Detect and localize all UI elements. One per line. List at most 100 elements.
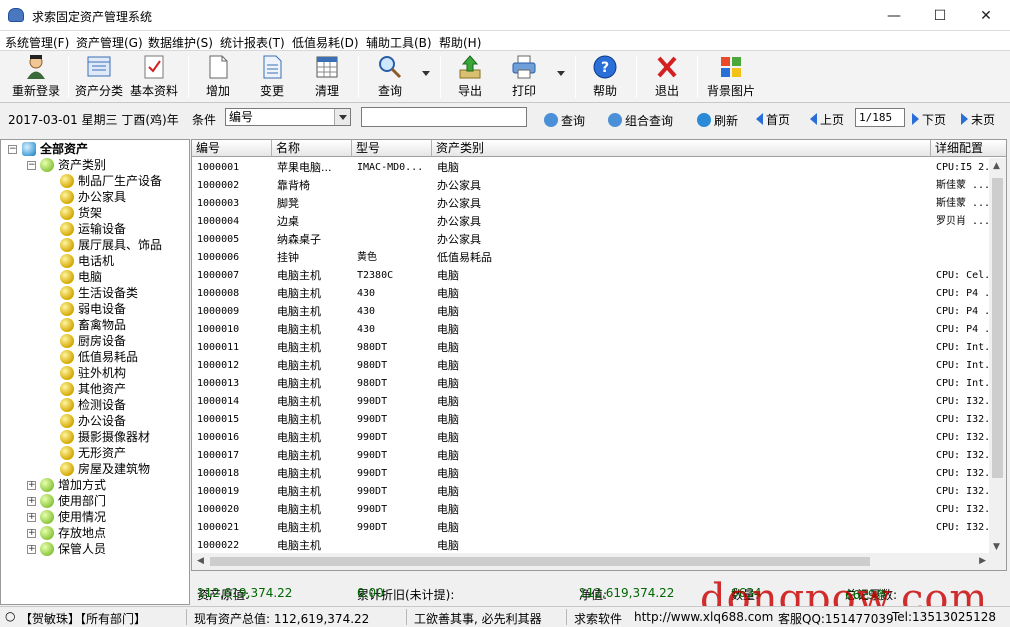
print-button[interactable]: 打印 xyxy=(502,53,546,101)
next-page-link[interactable]: 下页 xyxy=(912,111,946,128)
tree-category-item[interactable]: 检测设备 xyxy=(60,397,126,413)
table-row[interactable]: 1000003 脚凳 办公家具 斯佳蒙 ... xyxy=(192,195,992,213)
tree-category-item[interactable]: 其他资产 xyxy=(60,381,126,397)
query-link[interactable]: 查询 xyxy=(544,112,585,129)
table-row[interactable]: 1000007 电脑主机 T2380C 电脑 CPU: Cel... xyxy=(192,267,992,285)
col-header-config[interactable]: 详细配置 xyxy=(931,140,1006,157)
horizontal-scrollbar[interactable]: ◀ ▶ xyxy=(192,553,1006,570)
refresh-link[interactable]: 刷新 xyxy=(697,112,738,129)
change-button[interactable]: 变更 xyxy=(250,53,294,101)
table-row[interactable]: 1000009 电脑主机 430 电脑 CPU: P4 ... xyxy=(192,303,992,321)
tree-root[interactable]: 全部资产 xyxy=(22,141,88,157)
tree-group-item[interactable]: 使用部门 xyxy=(40,493,106,509)
first-page-link[interactable]: 首页 xyxy=(756,111,790,128)
expand-icon[interactable]: + xyxy=(27,513,36,522)
table-row[interactable]: 1000017 电脑主机 990DT 电脑 CPU: I32... xyxy=(192,447,992,465)
col-header-id[interactable]: 编号 xyxy=(192,140,272,157)
menu-system[interactable]: 系统管理(F) xyxy=(5,34,69,51)
asset-class-button[interactable]: 资产分类 xyxy=(72,53,126,101)
table-row[interactable]: 1000013 电脑主机 980DT 电脑 CPU: Int... xyxy=(192,375,992,393)
maximize-button[interactable]: ☐ xyxy=(917,0,963,31)
table-row[interactable]: 1000014 电脑主机 990DT 电脑 CPU: I32... xyxy=(192,393,992,411)
col-header-category[interactable]: 资产类别 xyxy=(432,140,931,157)
vertical-scrollbar[interactable]: ▲ ▼ xyxy=(989,158,1006,555)
scroll-thumb[interactable] xyxy=(992,178,1003,478)
tree-category-item[interactable]: 电脑 xyxy=(60,269,102,285)
add-button[interactable]: 增加 xyxy=(196,53,240,101)
tree-category-item[interactable]: 房屋及建筑物 xyxy=(60,461,150,477)
chevron-down-icon[interactable] xyxy=(334,109,350,125)
export-button[interactable]: 导出 xyxy=(448,53,492,101)
status-url[interactable]: http://www.xlq688.com xyxy=(634,610,773,624)
tree-category-item[interactable]: 货架 xyxy=(60,205,102,221)
minimize-button[interactable]: — xyxy=(871,0,917,31)
table-row[interactable]: 1000006 挂钟 黄色 低值易耗品 xyxy=(192,249,992,267)
exit-button[interactable]: 退出 xyxy=(645,53,689,101)
col-header-model[interactable]: 型号 xyxy=(352,140,432,157)
combined-query-link[interactable]: 组合查询 xyxy=(608,112,673,129)
table-row[interactable]: 1000005 纳森桌子 办公家具 xyxy=(192,231,992,249)
table-row[interactable]: 1000018 电脑主机 990DT 电脑 CPU: I32... xyxy=(192,465,992,483)
tree-category-item[interactable]: 无形资产 xyxy=(60,445,126,461)
tree-category-item[interactable]: 摄影摄像器材 xyxy=(60,429,150,445)
expand-icon[interactable]: + xyxy=(27,497,36,506)
expand-icon[interactable]: + xyxy=(27,529,36,538)
tree-group-item[interactable]: 保管人员 xyxy=(40,541,106,557)
tree-group-item[interactable]: 存放地点 xyxy=(40,525,106,541)
print-dropdown-arrow[interactable] xyxy=(557,71,565,76)
prev-page-link[interactable]: 上页 xyxy=(810,111,844,128)
table-row[interactable]: 1000008 电脑主机 430 电脑 CPU: P4 ... xyxy=(192,285,992,303)
col-header-name[interactable]: 名称 xyxy=(272,140,352,157)
query-button[interactable]: 查询 xyxy=(368,53,412,101)
table-row[interactable]: 1000002 靠背椅 办公家具 斯佳蒙 ... xyxy=(192,177,992,195)
help-button[interactable]: ? 帮助 xyxy=(583,53,627,101)
tree-category-item[interactable]: 弱电设备 xyxy=(60,301,126,317)
background-image-button[interactable]: 背景图片 xyxy=(703,53,759,101)
tree-category-item[interactable]: 畜禽物品 xyxy=(60,317,126,333)
menu-data[interactable]: 数据维护(S) xyxy=(148,34,213,51)
menu-asset[interactable]: 资产管理(G) xyxy=(76,34,143,51)
clear-button[interactable]: 清理 xyxy=(305,53,349,101)
tree-group-item[interactable]: 使用情况 xyxy=(40,509,106,525)
scroll-up-icon[interactable]: ▲ xyxy=(993,161,1000,171)
collapse-icon[interactable]: − xyxy=(27,161,36,170)
collapse-icon[interactable]: − xyxy=(8,145,17,154)
basic-data-button[interactable]: 基本资料 xyxy=(127,53,181,101)
query-dropdown-arrow[interactable] xyxy=(422,71,430,76)
tree-category-item[interactable]: 制品厂生产设备 xyxy=(60,173,162,189)
table-row[interactable]: 1000020 电脑主机 990DT 电脑 CPU: I32... xyxy=(192,501,992,519)
scroll-right-icon[interactable]: ▶ xyxy=(979,556,986,566)
close-button[interactable]: ✕ xyxy=(963,0,1009,31)
table-row[interactable]: 1000012 电脑主机 980DT 电脑 CPU: Int... xyxy=(192,357,992,375)
tree-category-item[interactable]: 厨房设备 xyxy=(60,333,126,349)
tree-category-item[interactable]: 电话机 xyxy=(60,253,114,269)
tree-category-item[interactable]: 生活设备类 xyxy=(60,285,138,301)
tree-category-item[interactable]: 驻外机构 xyxy=(60,365,126,381)
table-row[interactable]: 1000011 电脑主机 980DT 电脑 CPU: Int... xyxy=(192,339,992,357)
page-input[interactable]: 1/185 xyxy=(855,108,905,127)
table-row[interactable]: 1000001 苹果电脑... IMAC-MD0... 电脑 CPU:I5 2... xyxy=(192,159,992,177)
menu-report[interactable]: 统计报表(T) xyxy=(220,34,285,51)
condition-select[interactable]: 编号 xyxy=(225,108,351,126)
tree-category-item[interactable]: 办公家具 xyxy=(60,189,126,205)
scroll-down-icon[interactable]: ▼ xyxy=(993,542,1000,552)
menu-tools[interactable]: 辅助工具(B) xyxy=(366,34,432,51)
table-row[interactable]: 1000019 电脑主机 990DT 电脑 CPU: I32... xyxy=(192,483,992,501)
tree-category-item[interactable]: 展厅展具、饰品 xyxy=(60,237,162,253)
table-row[interactable]: 1000016 电脑主机 990DT 电脑 CPU: I32... xyxy=(192,429,992,447)
table-row[interactable]: 1000021 电脑主机 990DT 电脑 CPU: I32... xyxy=(192,519,992,537)
expand-icon[interactable]: + xyxy=(27,481,36,490)
table-row[interactable]: 1000004 边桌 办公家具 罗贝肖 ... xyxy=(192,213,992,231)
last-page-link[interactable]: 末页 xyxy=(961,111,995,128)
tree-group-item[interactable]: 增加方式 xyxy=(40,477,106,493)
tree-category-item[interactable]: 运输设备 xyxy=(60,221,126,237)
table-row[interactable]: 1000015 电脑主机 990DT 电脑 CPU: I32... xyxy=(192,411,992,429)
tree-category-item[interactable]: 低值易耗品 xyxy=(60,349,138,365)
expand-icon[interactable]: + xyxy=(27,545,36,554)
query-input[interactable] xyxy=(361,107,527,127)
relogin-button[interactable]: 重新登录 xyxy=(8,53,64,101)
tree-node-categories[interactable]: 资产类别 xyxy=(40,157,106,173)
tree-category-item[interactable]: 办公设备 xyxy=(60,413,126,429)
menu-lowvalue[interactable]: 低值易耗(D) xyxy=(292,34,359,51)
scroll-left-icon[interactable]: ◀ xyxy=(197,556,204,566)
